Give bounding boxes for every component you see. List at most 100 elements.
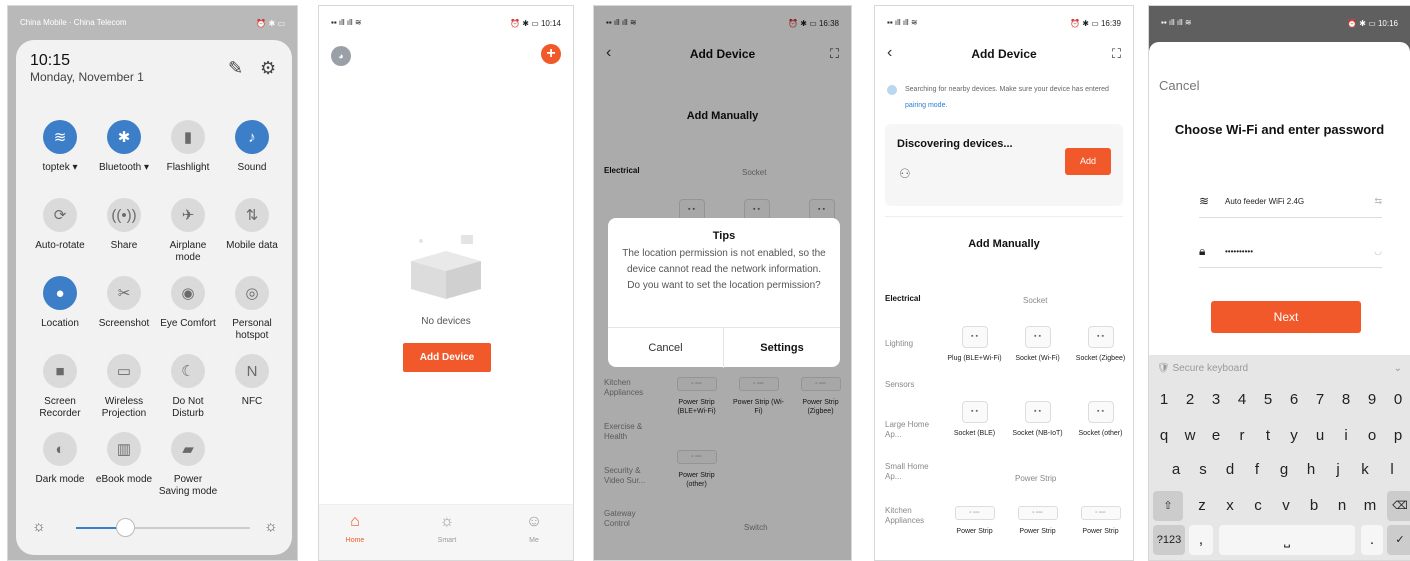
key-g[interactable]: g xyxy=(1273,455,1295,485)
enter-key[interactable]: ✓ xyxy=(1387,525,1410,555)
tile-recorder[interactable]: ■ Screen Recorder xyxy=(30,354,90,420)
key-m[interactable]: m xyxy=(1359,491,1381,521)
tile-moon[interactable]: ☾ Do Not Disturb xyxy=(158,354,218,420)
space-key[interactable]: ⎵ xyxy=(1219,525,1355,555)
tile-share[interactable]: ((•)) Share xyxy=(94,198,154,252)
tile-bell[interactable]: ♪ Sound xyxy=(222,120,282,174)
key-3[interactable]: 3 xyxy=(1205,385,1227,415)
category-item[interactable]: Small Home Ap... xyxy=(885,462,940,482)
key-h[interactable]: h xyxy=(1300,455,1322,485)
device-socket[interactable]: ▪ ▪ Plug (BLE+Wi-Fi) xyxy=(947,326,1002,363)
tile-bluetooth[interactable]: ✱ Bluetooth ▾ xyxy=(94,120,154,174)
key-w[interactable]: w xyxy=(1179,421,1201,451)
tile-wifi[interactable]: ≋ toptek ▾ xyxy=(30,120,90,174)
device-socket[interactable]: ▪ ▪ Socket (BLE) xyxy=(947,401,1002,438)
edit-icon[interactable]: ✎ xyxy=(228,58,243,79)
device-strip[interactable]: ▫ ▫▫▫ Power Strip xyxy=(1010,506,1065,536)
tile-eye[interactable]: ◉ Eye Comfort xyxy=(158,276,218,330)
key-v[interactable]: v xyxy=(1275,491,1297,521)
key-8[interactable]: 8 xyxy=(1335,385,1357,415)
backspace-key[interactable]: ⌫ xyxy=(1387,491,1410,521)
device-socket[interactable]: ▪ ▪ Socket (Zigbee) xyxy=(1073,326,1128,363)
key-2[interactable]: 2 xyxy=(1179,385,1201,415)
key-r[interactable]: r xyxy=(1231,421,1253,451)
visibility-icon[interactable]: ◡ xyxy=(1374,246,1382,257)
period-key[interactable]: . xyxy=(1361,525,1383,555)
wifi-field[interactable]: ≋ Auto feeder WiFi 2.4G ⇆ xyxy=(1199,188,1382,218)
tile-projection[interactable]: ▭ Wireless Projection xyxy=(94,354,154,420)
key-f[interactable]: f xyxy=(1246,455,1268,485)
key-9[interactable]: 9 xyxy=(1361,385,1383,415)
key-1[interactable]: 1 xyxy=(1153,385,1175,415)
key-i[interactable]: i xyxy=(1335,421,1357,451)
tile-location[interactable]: ● Location xyxy=(30,276,90,330)
pairing-mode-link[interactable]: pairing mode. xyxy=(905,102,947,109)
device-socket[interactable]: ▪ ▪ Socket (other) xyxy=(1073,401,1128,438)
tab-home[interactable]: ⌂ Home xyxy=(325,513,385,544)
tile-mobile-data[interactable]: ⇅ Mobile data xyxy=(222,198,282,252)
key-0[interactable]: 0 xyxy=(1387,385,1409,415)
scan-icon[interactable]: ⛶ xyxy=(1112,46,1121,62)
mode-key[interactable]: ?123 xyxy=(1153,525,1185,555)
category-item[interactable]: Lighting xyxy=(885,339,913,349)
key-6[interactable]: 6 xyxy=(1283,385,1305,415)
key-d[interactable]: d xyxy=(1219,455,1241,485)
password-field[interactable]: 🔒︎ •••••••••• ◡ xyxy=(1199,238,1382,268)
next-button[interactable]: Next xyxy=(1211,301,1361,333)
settings-button[interactable]: Settings xyxy=(724,328,840,368)
tile-flashlight[interactable]: ▮ Flashlight xyxy=(158,120,218,174)
avatar[interactable]: ◕ xyxy=(331,46,351,66)
key-t[interactable]: t xyxy=(1257,421,1279,451)
key-b[interactable]: b xyxy=(1303,491,1325,521)
tile-nfc[interactable]: N NFC xyxy=(222,354,282,408)
gear-icon[interactable]: ⚙ xyxy=(260,58,276,79)
device-socket[interactable]: ▪ ▪ Socket (NB-IoT) xyxy=(1010,401,1065,438)
key-7[interactable]: 7 xyxy=(1309,385,1331,415)
tile-airplane[interactable]: ✈ Airplane mode xyxy=(158,198,218,264)
tile-screenshot[interactable]: ✂ Screenshot xyxy=(94,276,154,330)
tile-label: Eye Comfort xyxy=(160,318,216,329)
key-y[interactable]: y xyxy=(1283,421,1305,451)
key-x[interactable]: x xyxy=(1219,491,1241,521)
key-z[interactable]: z xyxy=(1191,491,1213,521)
key-o[interactable]: o xyxy=(1361,421,1383,451)
add-icon[interactable]: + xyxy=(541,44,561,64)
cancel-button[interactable]: Cancel xyxy=(608,328,724,368)
comma-key[interactable]: , xyxy=(1189,525,1213,555)
key-e[interactable]: e xyxy=(1205,421,1227,451)
category-item[interactable]: Large Home Ap... xyxy=(885,420,940,440)
tile-dark-mode[interactable]: ◐ Dark mode xyxy=(30,432,90,486)
category-item[interactable]: Kitchen Appliances xyxy=(885,506,940,526)
key-c[interactable]: c xyxy=(1247,491,1269,521)
tab-me[interactable]: ☺ Me xyxy=(504,513,564,544)
tile-hotspot[interactable]: ◎ Personal hotspot xyxy=(222,276,282,342)
shift-key[interactable]: ⇧ xyxy=(1153,491,1183,521)
tile-book[interactable]: ▥ eBook mode xyxy=(94,432,154,486)
key-k[interactable]: k xyxy=(1354,455,1376,485)
key-j[interactable]: j xyxy=(1327,455,1349,485)
brightness-slider[interactable] xyxy=(76,518,250,537)
switch-network-icon[interactable]: ⇆ xyxy=(1374,196,1382,207)
key-u[interactable]: u xyxy=(1309,421,1331,451)
key-q[interactable]: q xyxy=(1153,421,1175,451)
brightness-knob[interactable] xyxy=(115,518,135,537)
key-a[interactable]: a xyxy=(1165,455,1187,485)
tab-smart[interactable]: ☼ Smart xyxy=(417,513,477,544)
tile-battery[interactable]: ▰ Power Saving mode xyxy=(158,432,218,498)
key-4[interactable]: 4 xyxy=(1231,385,1253,415)
cancel-button[interactable]: Cancel xyxy=(1159,78,1199,93)
add-button[interactable]: Add xyxy=(1065,148,1111,175)
add-device-button[interactable]: Add Device xyxy=(403,343,491,372)
category-item[interactable]: Sensors xyxy=(885,380,914,390)
tile-rotate[interactable]: ⟳ Auto-rotate xyxy=(30,198,90,252)
key-5[interactable]: 5 xyxy=(1257,385,1279,415)
key-n[interactable]: n xyxy=(1331,491,1353,521)
device-strip[interactable]: ▫ ▫▫▫ Power Strip xyxy=(947,506,1002,536)
key-p[interactable]: p xyxy=(1387,421,1409,451)
key-l[interactable]: l xyxy=(1381,455,1403,485)
chevron-down-icon[interactable]: ⌄ xyxy=(1394,363,1402,374)
key-s[interactable]: s xyxy=(1192,455,1214,485)
device-strip[interactable]: ▫ ▫▫▫ Power Strip xyxy=(1073,506,1128,536)
device-socket[interactable]: ▪ ▪ Socket (Wi-Fi) xyxy=(1010,326,1065,363)
category-electrical[interactable]: Electrical xyxy=(885,294,921,304)
